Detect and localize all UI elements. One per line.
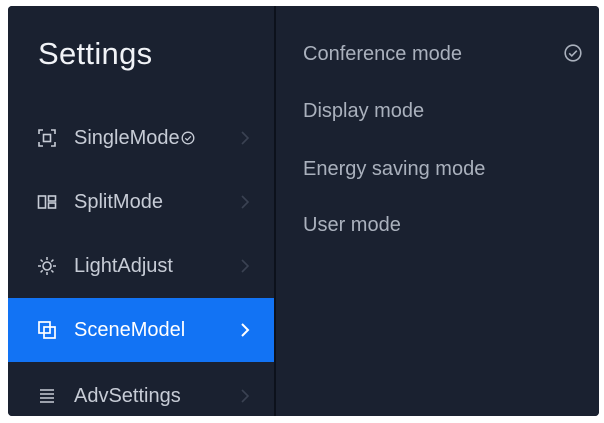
sidebar-item-splitmode[interactable]: SplitMode bbox=[8, 170, 274, 234]
list-settings-icon bbox=[40, 389, 54, 403]
check-circle-icon bbox=[181, 131, 195, 145]
focus-frame-icon bbox=[38, 129, 56, 147]
split-layout-icon bbox=[37, 195, 57, 209]
settings-screen: Settings SingleMode SplitMode LightAdjus… bbox=[8, 6, 599, 416]
sidebar-item-label-text: SingleMode bbox=[74, 126, 180, 149]
sidebar-item-label: LightAdjust bbox=[74, 254, 173, 277]
sidebar-item-scenemodel[interactable]: SceneModel bbox=[8, 298, 274, 362]
sun-icon bbox=[38, 257, 56, 275]
sidebar-item-label: SingleMode bbox=[74, 127, 195, 150]
sidebar-item-label: SplitMode bbox=[74, 190, 163, 213]
sidebar-item-lightadjust[interactable]: LightAdjust bbox=[8, 234, 274, 298]
option-energy-saving-mode[interactable]: Energy saving mode bbox=[303, 158, 485, 181]
sidebar-item-label: AdvSettings bbox=[74, 384, 181, 407]
chevron-right-icon bbox=[241, 195, 250, 209]
chevron-right-icon bbox=[241, 323, 250, 337]
page-title: Settings bbox=[38, 36, 153, 71]
chevron-right-icon bbox=[241, 389, 250, 403]
sidebar-item-singlemode[interactable]: SingleMode bbox=[8, 106, 274, 170]
layers-icon bbox=[38, 321, 56, 339]
check-circle-icon bbox=[564, 44, 582, 62]
option-conference-mode[interactable]: Conference mode bbox=[303, 43, 462, 66]
sidebar: Settings SingleMode SplitMode LightAdjus… bbox=[8, 6, 274, 416]
sidebar-item-advsettings[interactable]: AdvSettings bbox=[8, 364, 274, 416]
option-user-mode[interactable]: User mode bbox=[303, 214, 401, 237]
scene-mode-panel: Conference mode Display mode Energy savi… bbox=[276, 6, 599, 416]
chevron-right-icon bbox=[241, 131, 250, 145]
sidebar-item-label: SceneModel bbox=[74, 318, 186, 341]
chevron-right-icon bbox=[241, 259, 250, 273]
option-display-mode[interactable]: Display mode bbox=[303, 100, 424, 123]
